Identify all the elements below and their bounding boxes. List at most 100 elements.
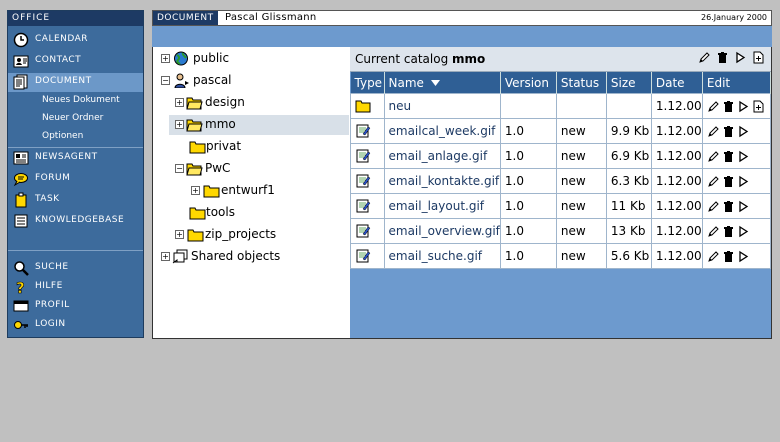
sidebar-item-login[interactable]: LOGIN: [8, 316, 143, 335]
expand-icon[interactable]: +: [175, 120, 184, 129]
sidebar-header: OFFICE: [8, 11, 143, 26]
sidebar-item-task[interactable]: TASK: [8, 191, 143, 210]
tree-node-pascal[interactable]: − pascal: [153, 71, 349, 91]
version-cell: 1.0: [499, 193, 557, 219]
shared-objects-icon: [172, 249, 188, 264]
col-type[interactable]: Type: [350, 72, 385, 94]
pencil-icon[interactable]: [707, 225, 720, 238]
edit-cell: [701, 118, 772, 144]
trash-icon[interactable]: [722, 125, 735, 138]
sidebar-item-help[interactable]: ? HILFE: [8, 278, 143, 297]
tree-label: tools: [206, 205, 235, 219]
tree-node-design[interactable]: + design: [153, 93, 349, 113]
table-row[interactable]: email_anlage.gif 1.0 new 6.9 Kb 1.12.00: [350, 143, 772, 169]
pencil-icon[interactable]: [707, 100, 720, 113]
move-icon[interactable]: [737, 250, 750, 263]
name-cell[interactable]: email_overview.gif: [383, 218, 501, 244]
sort-desc-icon: [430, 79, 440, 86]
pencil-icon[interactable]: [707, 250, 720, 263]
expand-icon[interactable]: +: [161, 252, 170, 261]
folder-icon: [203, 185, 220, 198]
date-cell: 1.12.00: [650, 93, 703, 119]
collapse-icon[interactable]: −: [161, 76, 170, 85]
move-icon[interactable]: [734, 51, 747, 64]
move-icon[interactable]: [737, 225, 750, 238]
sidebar-subitem-options[interactable]: Optionen: [42, 131, 83, 141]
name-cell[interactable]: email_layout.gif: [383, 193, 501, 219]
tree-node-pwc[interactable]: − PwC: [153, 159, 349, 179]
size-cell: 11 Kb: [605, 193, 652, 219]
tree-node-public[interactable]: + public: [153, 49, 349, 69]
trash-icon[interactable]: [722, 200, 735, 213]
sidebar-item-profile[interactable]: PROFIL: [8, 297, 143, 316]
folder-open-icon: [186, 163, 203, 176]
sidebar-item-knowledgebase[interactable]: KNOWLEDGEBASE: [8, 212, 143, 231]
expand-icon[interactable]: +: [175, 98, 184, 107]
sidebar-item-newsagent[interactable]: NEWSAGENT: [8, 149, 143, 168]
tree-label: zip_projects: [205, 227, 277, 241]
table-row[interactable]: email_suche.gif 1.0 new 5.6 Kb 1.12.00: [350, 243, 772, 269]
date-cell: 1.12.00: [650, 193, 703, 219]
table-row[interactable]: email_layout.gif 1.0 new 11 Kb 1.12.00: [350, 193, 772, 219]
new-file-icon[interactable]: [752, 51, 765, 64]
table-row[interactable]: email_kontakte.gif 1.0 new 6.3 Kb 1.12.00: [350, 168, 772, 194]
size-cell: 5.6 Kb: [605, 243, 652, 269]
trash-icon[interactable]: [722, 100, 735, 113]
col-name[interactable]: Name: [384, 72, 501, 94]
image-file-icon: [356, 199, 371, 213]
trash-icon[interactable]: [722, 150, 735, 163]
tree-node-shared-objects[interactable]: + Shared objects: [153, 247, 349, 267]
trash-icon[interactable]: [722, 250, 735, 263]
sidebar-item-label: HILFE: [35, 281, 63, 291]
main-frame: + public − pascal + design + mmo privat …: [152, 47, 772, 339]
tree-node-mmo[interactable]: + mmo: [169, 115, 349, 135]
move-icon[interactable]: [737, 175, 750, 188]
version-cell: 1.0: [499, 168, 557, 194]
sidebar-subitem-new-folder[interactable]: Neuer Ordner: [42, 113, 103, 123]
tree-label: pascal: [193, 73, 232, 87]
col-date[interactable]: Date: [651, 72, 703, 94]
expand-icon[interactable]: +: [161, 54, 170, 63]
name-cell[interactable]: email_suche.gif: [383, 243, 501, 269]
table-row[interactable]: neu 1.12.00: [350, 93, 772, 119]
version-cell: [499, 93, 557, 119]
trash-icon[interactable]: [722, 225, 735, 238]
pencil-icon[interactable]: [707, 150, 720, 163]
tree-node-tools[interactable]: tools: [153, 203, 349, 223]
pencil-icon[interactable]: [707, 200, 720, 213]
sidebar-item-search[interactable]: SUCHE: [8, 259, 143, 278]
table-header-row: Type Name Version Status Size Date Edit: [350, 72, 772, 94]
name-cell[interactable]: email_anlage.gif: [383, 143, 501, 169]
trash-icon[interactable]: [716, 51, 729, 64]
sidebar-item-forum[interactable]: FORUM: [8, 170, 143, 189]
col-status[interactable]: Status: [556, 72, 607, 94]
collapse-icon[interactable]: −: [175, 164, 184, 173]
sidebar-item-document[interactable]: DOCUMENT: [8, 73, 143, 92]
sidebar-item-calendar[interactable]: CALENDAR: [8, 31, 143, 50]
sidebar-subitem-new-document[interactable]: Neues Dokument: [42, 95, 120, 105]
pencil-icon[interactable]: [698, 51, 711, 64]
tree-node-privat[interactable]: privat: [153, 137, 349, 157]
col-version[interactable]: Version: [500, 72, 557, 94]
expand-icon[interactable]: +: [191, 186, 200, 195]
move-icon[interactable]: [737, 100, 750, 113]
sidebar-item-contact[interactable]: CONTACT: [8, 52, 143, 71]
name-cell[interactable]: neu: [383, 93, 501, 119]
name-cell[interactable]: email_kontakte.gif: [383, 168, 501, 194]
pencil-icon[interactable]: [707, 175, 720, 188]
expand-icon[interactable]: +: [175, 230, 184, 239]
table-row[interactable]: emailcal_week.gif 1.0 new 9.9 Kb 1.12.00: [350, 118, 772, 144]
tree-node-entwurf1[interactable]: + entwurf1: [153, 181, 349, 201]
table-row[interactable]: email_overview.gif 1.0 new 13 Kb 1.12.00: [350, 218, 772, 244]
move-icon[interactable]: [737, 200, 750, 213]
catalog-prefix: Current catalog: [355, 52, 449, 66]
col-size[interactable]: Size: [606, 72, 652, 94]
header-bar: DOCUMENT Pascal Glissmann 26.January 200…: [152, 10, 772, 26]
new-file-icon[interactable]: [752, 100, 765, 113]
move-icon[interactable]: [737, 125, 750, 138]
name-cell[interactable]: emailcal_week.gif: [383, 118, 501, 144]
trash-icon[interactable]: [722, 175, 735, 188]
pencil-icon[interactable]: [707, 125, 720, 138]
move-icon[interactable]: [737, 150, 750, 163]
tree-node-zip-projects[interactable]: + zip_projects: [153, 225, 349, 245]
